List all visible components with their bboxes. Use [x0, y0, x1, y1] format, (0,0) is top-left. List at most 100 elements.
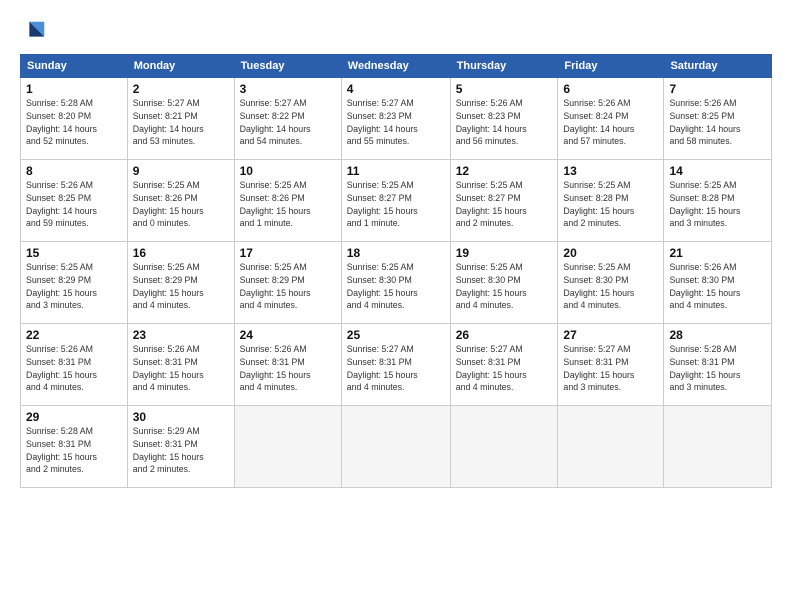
- page: SundayMondayTuesdayWednesdayThursdayFrid…: [0, 0, 792, 612]
- day-number: 23: [133, 328, 229, 342]
- day-detail: Sunrise: 5:27 AM Sunset: 8:31 PM Dayligh…: [563, 343, 658, 394]
- day-number: 11: [347, 164, 445, 178]
- day-number: 9: [133, 164, 229, 178]
- day-number: 13: [563, 164, 658, 178]
- calendar-cell: 30Sunrise: 5:29 AM Sunset: 8:31 PM Dayli…: [127, 406, 234, 488]
- calendar-cell: 3Sunrise: 5:27 AM Sunset: 8:22 PM Daylig…: [234, 78, 341, 160]
- weekday-header-thursday: Thursday: [450, 55, 558, 78]
- day-number: 5: [456, 82, 553, 96]
- day-number: 30: [133, 410, 229, 424]
- logo-icon: [20, 18, 48, 46]
- calendar-week-2: 8Sunrise: 5:26 AM Sunset: 8:25 PM Daylig…: [21, 160, 772, 242]
- calendar-cell: 4Sunrise: 5:27 AM Sunset: 8:23 PM Daylig…: [341, 78, 450, 160]
- logo: [20, 18, 52, 46]
- calendar-cell: 17Sunrise: 5:25 AM Sunset: 8:29 PM Dayli…: [234, 242, 341, 324]
- day-detail: Sunrise: 5:26 AM Sunset: 8:23 PM Dayligh…: [456, 97, 553, 148]
- calendar-table: SundayMondayTuesdayWednesdayThursdayFrid…: [20, 54, 772, 488]
- calendar-cell: 10Sunrise: 5:25 AM Sunset: 8:26 PM Dayli…: [234, 160, 341, 242]
- calendar-cell: 24Sunrise: 5:26 AM Sunset: 8:31 PM Dayli…: [234, 324, 341, 406]
- calendar-cell: 12Sunrise: 5:25 AM Sunset: 8:27 PM Dayli…: [450, 160, 558, 242]
- day-detail: Sunrise: 5:27 AM Sunset: 8:21 PM Dayligh…: [133, 97, 229, 148]
- calendar-cell: [450, 406, 558, 488]
- calendar-cell: 7Sunrise: 5:26 AM Sunset: 8:25 PM Daylig…: [664, 78, 772, 160]
- calendar-cell: [558, 406, 664, 488]
- calendar-cell: 19Sunrise: 5:25 AM Sunset: 8:30 PM Dayli…: [450, 242, 558, 324]
- day-number: 2: [133, 82, 229, 96]
- calendar-week-3: 15Sunrise: 5:25 AM Sunset: 8:29 PM Dayli…: [21, 242, 772, 324]
- day-number: 26: [456, 328, 553, 342]
- day-number: 19: [456, 246, 553, 260]
- calendar-cell: 15Sunrise: 5:25 AM Sunset: 8:29 PM Dayli…: [21, 242, 128, 324]
- weekday-header-sunday: Sunday: [21, 55, 128, 78]
- calendar-cell: 11Sunrise: 5:25 AM Sunset: 8:27 PM Dayli…: [341, 160, 450, 242]
- day-detail: Sunrise: 5:25 AM Sunset: 8:29 PM Dayligh…: [133, 261, 229, 312]
- day-detail: Sunrise: 5:25 AM Sunset: 8:26 PM Dayligh…: [240, 179, 336, 230]
- day-detail: Sunrise: 5:27 AM Sunset: 8:31 PM Dayligh…: [347, 343, 445, 394]
- calendar-cell: 18Sunrise: 5:25 AM Sunset: 8:30 PM Dayli…: [341, 242, 450, 324]
- day-detail: Sunrise: 5:25 AM Sunset: 8:28 PM Dayligh…: [563, 179, 658, 230]
- day-detail: Sunrise: 5:26 AM Sunset: 8:31 PM Dayligh…: [26, 343, 122, 394]
- weekday-header-wednesday: Wednesday: [341, 55, 450, 78]
- day-number: 12: [456, 164, 553, 178]
- calendar-cell: 5Sunrise: 5:26 AM Sunset: 8:23 PM Daylig…: [450, 78, 558, 160]
- day-detail: Sunrise: 5:26 AM Sunset: 8:30 PM Dayligh…: [669, 261, 766, 312]
- day-detail: Sunrise: 5:25 AM Sunset: 8:27 PM Dayligh…: [347, 179, 445, 230]
- day-number: 4: [347, 82, 445, 96]
- weekday-header-friday: Friday: [558, 55, 664, 78]
- calendar-cell: 20Sunrise: 5:25 AM Sunset: 8:30 PM Dayli…: [558, 242, 664, 324]
- day-number: 7: [669, 82, 766, 96]
- day-detail: Sunrise: 5:26 AM Sunset: 8:25 PM Dayligh…: [26, 179, 122, 230]
- day-number: 25: [347, 328, 445, 342]
- calendar-cell: 27Sunrise: 5:27 AM Sunset: 8:31 PM Dayli…: [558, 324, 664, 406]
- day-detail: Sunrise: 5:25 AM Sunset: 8:29 PM Dayligh…: [240, 261, 336, 312]
- day-number: 8: [26, 164, 122, 178]
- calendar-cell: 9Sunrise: 5:25 AM Sunset: 8:26 PM Daylig…: [127, 160, 234, 242]
- calendar-week-4: 22Sunrise: 5:26 AM Sunset: 8:31 PM Dayli…: [21, 324, 772, 406]
- day-number: 14: [669, 164, 766, 178]
- day-number: 3: [240, 82, 336, 96]
- day-detail: Sunrise: 5:29 AM Sunset: 8:31 PM Dayligh…: [133, 425, 229, 476]
- day-detail: Sunrise: 5:25 AM Sunset: 8:30 PM Dayligh…: [347, 261, 445, 312]
- calendar-cell: 13Sunrise: 5:25 AM Sunset: 8:28 PM Dayli…: [558, 160, 664, 242]
- day-detail: Sunrise: 5:26 AM Sunset: 8:24 PM Dayligh…: [563, 97, 658, 148]
- calendar-cell: 23Sunrise: 5:26 AM Sunset: 8:31 PM Dayli…: [127, 324, 234, 406]
- header: [20, 18, 772, 46]
- day-detail: Sunrise: 5:25 AM Sunset: 8:26 PM Dayligh…: [133, 179, 229, 230]
- calendar-week-5: 29Sunrise: 5:28 AM Sunset: 8:31 PM Dayli…: [21, 406, 772, 488]
- day-number: 17: [240, 246, 336, 260]
- calendar-cell: 25Sunrise: 5:27 AM Sunset: 8:31 PM Dayli…: [341, 324, 450, 406]
- weekday-header-tuesday: Tuesday: [234, 55, 341, 78]
- day-number: 10: [240, 164, 336, 178]
- calendar-week-1: 1Sunrise: 5:28 AM Sunset: 8:20 PM Daylig…: [21, 78, 772, 160]
- day-number: 21: [669, 246, 766, 260]
- day-number: 27: [563, 328, 658, 342]
- day-number: 6: [563, 82, 658, 96]
- day-detail: Sunrise: 5:25 AM Sunset: 8:30 PM Dayligh…: [563, 261, 658, 312]
- day-number: 18: [347, 246, 445, 260]
- day-number: 22: [26, 328, 122, 342]
- day-number: 16: [133, 246, 229, 260]
- calendar-cell: [234, 406, 341, 488]
- day-detail: Sunrise: 5:26 AM Sunset: 8:31 PM Dayligh…: [240, 343, 336, 394]
- day-detail: Sunrise: 5:26 AM Sunset: 8:25 PM Dayligh…: [669, 97, 766, 148]
- day-detail: Sunrise: 5:27 AM Sunset: 8:22 PM Dayligh…: [240, 97, 336, 148]
- day-detail: Sunrise: 5:25 AM Sunset: 8:28 PM Dayligh…: [669, 179, 766, 230]
- day-number: 1: [26, 82, 122, 96]
- calendar-cell: 28Sunrise: 5:28 AM Sunset: 8:31 PM Dayli…: [664, 324, 772, 406]
- calendar-cell: 22Sunrise: 5:26 AM Sunset: 8:31 PM Dayli…: [21, 324, 128, 406]
- day-detail: Sunrise: 5:25 AM Sunset: 8:30 PM Dayligh…: [456, 261, 553, 312]
- weekday-header-row: SundayMondayTuesdayWednesdayThursdayFrid…: [21, 55, 772, 78]
- weekday-header-monday: Monday: [127, 55, 234, 78]
- day-detail: Sunrise: 5:26 AM Sunset: 8:31 PM Dayligh…: [133, 343, 229, 394]
- day-detail: Sunrise: 5:25 AM Sunset: 8:27 PM Dayligh…: [456, 179, 553, 230]
- calendar-cell: 6Sunrise: 5:26 AM Sunset: 8:24 PM Daylig…: [558, 78, 664, 160]
- calendar-cell: [664, 406, 772, 488]
- calendar-cell: [341, 406, 450, 488]
- day-detail: Sunrise: 5:28 AM Sunset: 8:31 PM Dayligh…: [669, 343, 766, 394]
- day-detail: Sunrise: 5:25 AM Sunset: 8:29 PM Dayligh…: [26, 261, 122, 312]
- calendar-cell: 8Sunrise: 5:26 AM Sunset: 8:25 PM Daylig…: [21, 160, 128, 242]
- day-number: 20: [563, 246, 658, 260]
- calendar-cell: 16Sunrise: 5:25 AM Sunset: 8:29 PM Dayli…: [127, 242, 234, 324]
- calendar-cell: 21Sunrise: 5:26 AM Sunset: 8:30 PM Dayli…: [664, 242, 772, 324]
- day-number: 29: [26, 410, 122, 424]
